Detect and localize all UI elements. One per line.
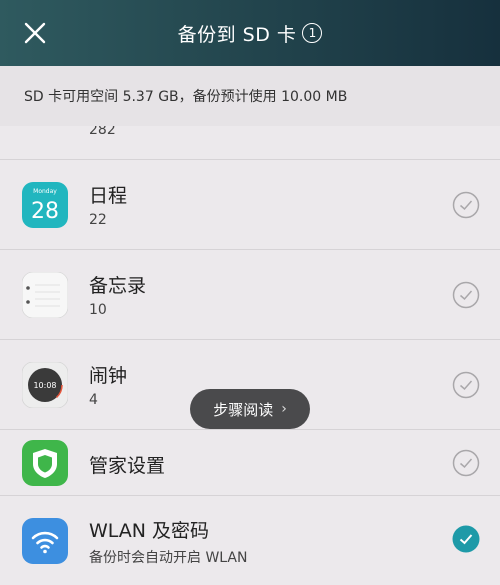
backup-screen: 备份到 SD 卡 1 SD 卡可用空间 5.37 GB，备份预计使用 10.00… (0, 0, 500, 585)
page-title: 备份到 SD 卡 (177, 23, 297, 46)
wifi-icon (22, 518, 68, 564)
check-icon[interactable] (452, 281, 480, 309)
check-icon[interactable] (452, 371, 480, 399)
storage-info-bar: SD 卡可用空间 5.37 GB，备份预计使用 10.00 MB (0, 66, 500, 126)
clock-icon: 10:08 (22, 362, 68, 408)
list-item-count: 10 (89, 302, 107, 318)
list-item-name: 管家设置 (89, 455, 166, 477)
calendar-icon-weekday: Monday (33, 188, 57, 195)
selected-count-badge: 1 (302, 23, 323, 43)
list-item-name: 日程 (89, 185, 128, 207)
check-icon-checked[interactable] (452, 525, 480, 553)
list-item-manager-settings[interactable]: 管家设置 (0, 430, 500, 496)
list-item-description: 备份时会自动开启 WLAN (89, 550, 248, 566)
list-item-count: 22 (89, 212, 107, 228)
title-bar: 备份到 SD 卡 1 (0, 0, 500, 66)
shield-icon (22, 440, 68, 486)
title-group: 备份到 SD 卡 1 (0, 0, 500, 66)
list-item-name: 备忘录 (89, 275, 147, 297)
list-item-name: WLAN 及密码 (89, 520, 210, 542)
check-icon[interactable] (452, 191, 480, 219)
step-reading-button[interactable]: 步骤阅读 › (190, 389, 310, 429)
step-reading-label: 步骤阅读 (213, 400, 274, 419)
list-item-count: 4 (89, 392, 98, 408)
clock-icon-time: 10:08 (33, 381, 56, 390)
list-item-name: 闹钟 (89, 365, 128, 387)
list-item-wlan[interactable]: WLAN 及密码 备份时会自动开启 WLAN (0, 496, 500, 585)
storage-info-text: SD 卡可用空间 5.37 GB，备份预计使用 10.00 MB (24, 89, 348, 105)
list-item-calendar[interactable]: Monday 28 日程 22 (0, 160, 500, 250)
check-icon[interactable] (452, 449, 480, 477)
calendar-icon: Monday 28 (22, 182, 68, 228)
chevron-right-icon: › (281, 401, 287, 417)
list-item-notes[interactable]: 备忘录 10 (0, 250, 500, 340)
calendar-icon-day: 28 (31, 199, 59, 224)
notepad-icon (22, 272, 68, 318)
